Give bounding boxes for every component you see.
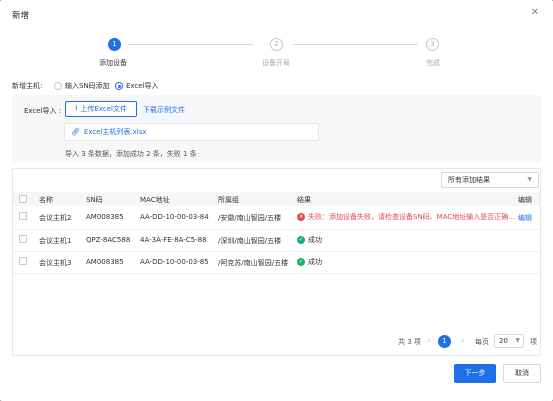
cell-sn: AM008385 xyxy=(86,213,124,221)
radio-dot xyxy=(54,82,62,90)
radio-label: Excel导入 xyxy=(126,82,159,90)
row-checkbox[interactable] xyxy=(19,257,27,265)
pagination-total: 共 3 项 xyxy=(398,338,421,346)
per-page-label: 每页 xyxy=(475,338,489,346)
cell-result: 成功 xyxy=(308,258,322,266)
error-icon: ✕ xyxy=(297,213,305,221)
cell-result: 成功 xyxy=(308,236,322,244)
cell-name: 会议主机1 xyxy=(39,237,72,245)
column-header-mac: MAC地址 xyxy=(140,196,170,204)
check-icon: ✓ xyxy=(297,236,305,244)
close-icon[interactable]: ✕ xyxy=(529,7,541,19)
row-divider xyxy=(13,229,540,230)
file-name: Excel主机列表.xlsx xyxy=(83,128,147,136)
cell-mac: AA-DD-10-00-03-84 xyxy=(140,213,209,221)
cell-group: /深圳/南山智园/五楼 xyxy=(218,237,282,245)
column-header-result: 结果 xyxy=(297,196,311,204)
column-header-group: 所属组 xyxy=(218,196,239,204)
radio-excel-import[interactable]: Excel导入 xyxy=(115,81,159,91)
step-3-number: 3 xyxy=(426,38,439,51)
next-step-button[interactable]: 下一步 xyxy=(454,364,496,383)
column-header-name: 名称 xyxy=(39,196,53,204)
row-checkbox[interactable] xyxy=(19,212,27,220)
radio-label: 输入SN码添加 xyxy=(65,82,110,90)
mode-label: 新增主机: xyxy=(12,82,43,90)
row-divider xyxy=(13,273,540,274)
step-2-number: 2 xyxy=(270,38,283,51)
link-icon: 🔗︎ xyxy=(71,128,80,136)
radio-sn-input[interactable]: 输入SN码添加 xyxy=(54,81,110,91)
row-checkbox[interactable] xyxy=(19,235,27,243)
cell-group: /安徽/南山智园/五楼 xyxy=(218,214,282,222)
upload-button-label: 上传Excel文件 xyxy=(80,105,127,113)
cell-mac: 4A-3A-FE-8A-C5-88 xyxy=(140,236,207,244)
cancel-button[interactable]: 取消 xyxy=(503,364,541,383)
cell-result: 失败：添加设备失败，请检查设备SN码、MAC地址输入是否正确... xyxy=(308,213,515,221)
per-page-unit: 项 xyxy=(530,338,537,346)
cell-sn: QPZ-8AC588 xyxy=(86,236,131,244)
import-summary: 导入 3 条数据，添加成功 2 条，失败 1 条 xyxy=(65,150,197,158)
step-3-label: 完成 xyxy=(426,59,440,67)
page-size-value: 20 xyxy=(499,337,508,345)
step-connector-1 xyxy=(128,44,253,45)
import-label: Excel导入 : xyxy=(24,107,62,115)
column-header-edit: 编辑 xyxy=(518,196,532,204)
radio-dot-selected xyxy=(115,82,123,90)
download-sample-link[interactable]: 下载示例文件 xyxy=(143,105,185,115)
edit-link[interactable]: 编辑 xyxy=(518,213,532,223)
filter-value: 所有添加结果 xyxy=(448,176,490,184)
status-fail: ✕ 失败：添加设备失败，请检查设备SN码、MAC地址输入是否正确... xyxy=(297,212,515,222)
column-header-sn: SN码 xyxy=(86,196,103,204)
uploaded-file[interactable]: 🔗︎ Excel主机列表.xlsx xyxy=(64,123,319,141)
cell-mac: AA-DD-10-00-03-85 xyxy=(140,258,209,266)
cell-name: 会议主机3 xyxy=(39,259,72,267)
dialog-title: 新增 xyxy=(12,11,30,21)
step-1-number: 1 xyxy=(108,38,121,51)
next-page-icon[interactable]: › xyxy=(458,334,468,348)
check-icon: ✓ xyxy=(297,258,305,266)
status-success: ✓ 成功 xyxy=(297,235,322,245)
step-1-label: 添加设备 xyxy=(99,59,127,67)
cell-name: 会议主机2 xyxy=(39,214,72,222)
status-success: ✓ 成功 xyxy=(297,257,322,267)
upload-excel-button[interactable]: ⭱ 上传Excel文件 xyxy=(65,101,137,117)
row-divider xyxy=(13,251,540,252)
step-connector-2 xyxy=(293,44,418,45)
cell-group: /阿克苏/南山智园/五楼 xyxy=(218,259,289,267)
result-filter-select[interactable]: 所有添加结果 ▼ xyxy=(441,172,539,188)
prev-page-icon[interactable]: ‹ xyxy=(424,334,434,348)
add-device-dialog: 新增 ✕ 1 添加设备 2 设备开局 3 完成 新增主机: 输入SN码添加 Ex… xyxy=(0,0,553,401)
chevron-down-icon: ▼ xyxy=(515,337,520,344)
page-number-current[interactable]: 1 xyxy=(438,335,451,348)
cell-sn: AM008385 xyxy=(86,258,124,266)
step-2-label: 设备开局 xyxy=(262,59,290,67)
select-all-checkbox[interactable] xyxy=(19,195,27,203)
upload-icon: ⭱ xyxy=(75,103,78,112)
chevron-down-icon: ▼ xyxy=(527,176,532,183)
page-size-select[interactable]: 20 ▼ xyxy=(494,334,524,348)
